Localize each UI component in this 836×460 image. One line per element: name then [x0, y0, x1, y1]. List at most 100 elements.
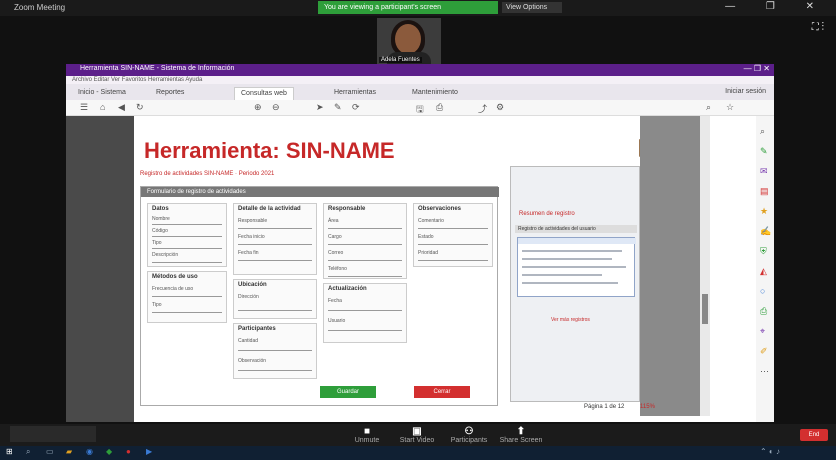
zoom-top-bar: Zoom Meeting You are viewing a participa… [0, 0, 836, 16]
tab-reportes[interactable]: Reportes [150, 87, 190, 100]
fecha-fin-input[interactable] [238, 260, 312, 261]
descripcion-input[interactable] [152, 262, 222, 263]
browser-window-controls[interactable]: — ❐ ✕ [744, 64, 770, 73]
fecha-inicio-input[interactable] [238, 244, 312, 245]
panel-detalle: Detalle de la actividad Responsable Fech… [233, 203, 317, 275]
comentario-input[interactable] [418, 228, 488, 229]
direccion-input[interactable] [238, 310, 312, 311]
screen-share-banner: You are viewing a participant's screen [318, 1, 498, 14]
video-button[interactable]: ▣ Start Video [390, 426, 444, 444]
stamp-tool-icon[interactable]: ⌖ [760, 326, 765, 337]
slide-subtitle: Registro de actividades SIN-NAME · Perio… [140, 171, 275, 177]
end-meeting-button[interactable]: End [800, 429, 828, 441]
zoom-app-icon[interactable]: ▶ [146, 447, 152, 456]
panel-title: Actualización [328, 286, 367, 292]
tipo-uso-input[interactable] [152, 312, 222, 313]
home-icon[interactable]: ⌂ [100, 102, 105, 112]
sign-tool-icon[interactable]: ✍ [760, 226, 771, 237]
cantidad-input[interactable] [238, 350, 312, 351]
scroll-thumb[interactable] [702, 294, 708, 324]
app-icon-2[interactable]: ● [126, 447, 131, 456]
participants-button[interactable]: ⚇ Participants [442, 426, 496, 444]
explorer-icon[interactable]: ▰ [66, 447, 72, 456]
browser-menu[interactable]: Archivo Editar Ver Favoritos Herramienta… [66, 76, 774, 84]
zoom-out-icon[interactable]: ⊖ [272, 102, 280, 113]
panel-participantes: Participantes Cantidad Observación [233, 323, 317, 379]
tab-herramientas[interactable]: Herramientas [328, 87, 382, 100]
vertical-scrollbar[interactable] [700, 116, 710, 416]
start-icon[interactable]: ⊞ [6, 447, 13, 456]
search-taskbar-icon[interactable]: ⌕ [26, 447, 30, 457]
circle-tool-icon[interactable]: ○ [760, 286, 765, 296]
prioridad-input[interactable] [418, 260, 488, 261]
field-label: Observación [238, 358, 267, 364]
page-indicator: Página 1 de 12 [584, 404, 625, 410]
fullscreen-icon[interactable]: ⛶ ⋮ [812, 22, 824, 33]
save-button[interactable]: Guardar [320, 386, 376, 398]
protect-tool-icon[interactable]: ⛨ [760, 246, 767, 257]
chat-preview[interactable] [10, 426, 96, 442]
area-input[interactable] [328, 228, 402, 229]
share-icon[interactable]: ⤴ [478, 102, 487, 115]
edit-tool-icon[interactable]: ✎ [760, 146, 768, 157]
browser-icon[interactable]: ◉ [86, 447, 93, 456]
app-icon[interactable]: ◆ [106, 447, 112, 456]
share-screen-button[interactable]: ⬆ Share Screen [494, 426, 548, 444]
rotate-icon[interactable]: ⟳ [352, 102, 360, 113]
panel-title: Datos [152, 206, 169, 212]
zoom-toolbar: ■ Unmute ▣ Start Video ⚇ Participants ⬆ Shar… [0, 424, 836, 446]
microphone-icon: ■ [363, 426, 371, 437]
nombre-input[interactable] [152, 224, 222, 225]
field-label: Responsable [238, 218, 268, 224]
bookmark-icon[interactable]: ☆ [726, 102, 734, 113]
highlight-tool-icon[interactable]: ✐ [760, 346, 768, 357]
tab-inicio[interactable]: Inicio - Sistema [72, 87, 132, 100]
tipo-input[interactable] [152, 248, 222, 249]
mute-label: Unmute [354, 437, 380, 444]
more-records-link[interactable]: Ver más registros [551, 317, 590, 323]
tab-mantenimiento[interactable]: Mantenimiento [406, 87, 464, 100]
view-options-button[interactable]: View Options [502, 2, 562, 13]
pdf-tool-icon[interactable]: ▤ [760, 186, 769, 197]
codigo-input[interactable] [152, 236, 222, 237]
cursor-icon[interactable]: ➤ [316, 102, 324, 113]
participant-video[interactable]: Adela Fuentes [377, 18, 441, 64]
observacion-input[interactable] [238, 370, 312, 371]
fecha-actualizacion-input[interactable] [328, 310, 402, 311]
correo-input[interactable] [328, 260, 402, 261]
close-button[interactable]: Cerrar [414, 386, 470, 398]
star-tool-icon[interactable]: ★ [760, 206, 768, 217]
tab-consultas[interactable]: Consultas web [234, 87, 294, 100]
shape-tool-icon[interactable]: ◭ [760, 266, 767, 277]
cargo-input[interactable] [328, 244, 402, 245]
back-icon[interactable]: ◀ [118, 102, 125, 113]
more-tools-icon[interactable]: ⋯ [760, 366, 769, 377]
zoom-in-icon[interactable]: ⊕ [254, 102, 262, 113]
settings-icon[interactable]: ⚙ [496, 102, 504, 113]
telefono-input[interactable] [328, 276, 402, 277]
draw-icon[interactable]: ✎ [334, 102, 342, 113]
panel-title: Detalle de la actividad [238, 206, 301, 212]
form-header: Formulario de registro de actividades [141, 187, 499, 197]
responsable-input[interactable] [238, 228, 312, 229]
taskview-icon[interactable]: ▭ [46, 447, 54, 456]
field-label: Nombre [152, 216, 170, 222]
frecuencia-input[interactable] [152, 296, 222, 297]
comment-tool-icon[interactable]: ✉ [760, 166, 768, 177]
menu-icon[interactable]: ☰ [80, 102, 88, 113]
estado-input[interactable] [418, 244, 488, 245]
usuario-input[interactable] [328, 330, 402, 331]
profile-link[interactable]: Iniciar sesión [725, 88, 766, 95]
system-tray[interactable]: ⌃ ◐ ♪ [760, 447, 780, 456]
print-tool-icon[interactable]: ⎙ [760, 306, 767, 317]
search-icon[interactable]: ⌕ [706, 102, 711, 113]
print-icon[interactable]: ⎙ [436, 102, 443, 113]
panel-ubicacion: Ubicación Dirección [233, 279, 317, 319]
mute-button[interactable]: ■ Unmute [340, 426, 394, 444]
zoom-level: 115% [640, 404, 655, 410]
search-tool-icon[interactable]: ⌕ [760, 126, 765, 137]
window-controls[interactable]: — ❐ ✕ [725, 1, 828, 12]
text-line [522, 274, 602, 276]
refresh-icon[interactable]: ↻ [136, 102, 144, 113]
os-taskbar: ⊞ ⌕ ▭ ▰ ◉ ◆ ● ▶ ⌃ ◐ ♪ [0, 446, 836, 460]
